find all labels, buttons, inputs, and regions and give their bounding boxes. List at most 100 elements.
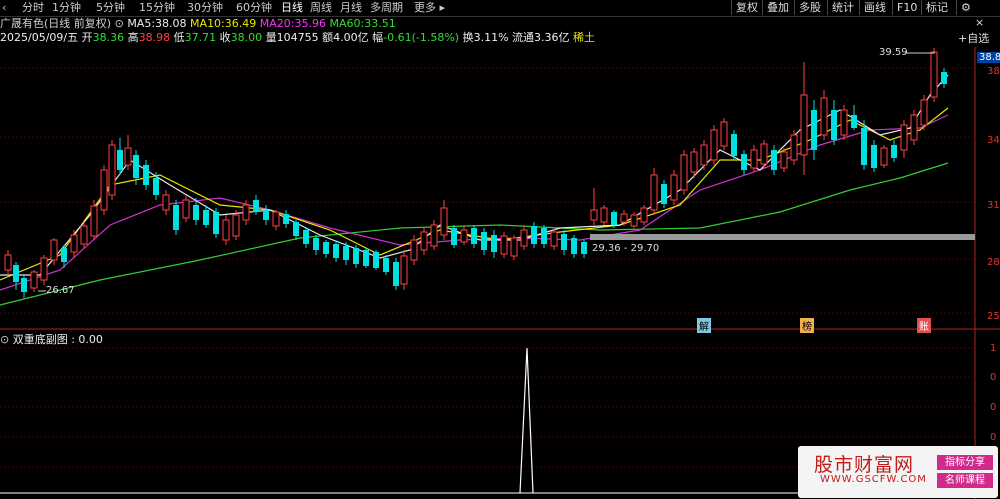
candle-body xyxy=(471,228,477,244)
candle-body xyxy=(283,214,289,224)
candle-body xyxy=(203,210,209,225)
price-grid xyxy=(0,67,975,314)
candle-body xyxy=(520,229,528,247)
candle-body xyxy=(50,239,58,261)
candle-body xyxy=(232,214,240,237)
axis-tick-25: 25 xyxy=(987,311,1000,322)
candle-body xyxy=(670,174,678,201)
candle-body xyxy=(630,214,638,227)
candle-body xyxy=(323,242,329,254)
candle-body xyxy=(581,242,587,254)
candle-body xyxy=(430,224,438,247)
candle-body xyxy=(108,144,116,196)
candle-body xyxy=(680,154,688,191)
candle-body xyxy=(930,51,938,98)
candle-body xyxy=(760,143,768,165)
low-marker-label: 26.67 xyxy=(46,285,75,296)
candle-body xyxy=(861,128,867,165)
candle-body xyxy=(222,219,230,241)
candle-body xyxy=(900,124,908,151)
candle-body xyxy=(124,147,132,166)
candle-body xyxy=(700,144,708,166)
candle-body xyxy=(333,244,339,258)
indicator-header: ⊙ 双重底副图 : 0.00 xyxy=(0,333,103,346)
candle-body xyxy=(800,94,808,156)
candle-body xyxy=(571,238,577,254)
candle-body xyxy=(891,145,897,158)
candle-body xyxy=(720,121,728,147)
candle-body xyxy=(4,254,12,271)
candle-body xyxy=(242,204,250,221)
candle-body xyxy=(910,114,918,141)
candle-body xyxy=(640,207,648,223)
candle-body xyxy=(510,237,518,257)
candle-body xyxy=(451,228,457,245)
candle-body xyxy=(541,228,547,244)
candle-body xyxy=(343,246,349,260)
candle-body xyxy=(620,213,628,223)
candle-body xyxy=(90,205,98,237)
candle-body xyxy=(400,255,408,285)
candle-body xyxy=(100,169,108,211)
candlesticks xyxy=(4,48,947,298)
candle-body xyxy=(143,165,149,185)
ind-axis-tick-3: 0 xyxy=(990,402,997,413)
ind-axis-tick-1: 1 xyxy=(990,343,997,354)
candle-body xyxy=(410,239,418,261)
candle-body xyxy=(460,229,468,243)
candle-body xyxy=(182,199,190,219)
candle-body xyxy=(590,209,598,221)
ind-axis-tick-2: 0 xyxy=(990,372,997,383)
watermark-url: WWW.GSCFW.COM xyxy=(820,474,927,485)
watermark-tag-indicators: 指标分享 xyxy=(937,455,993,470)
candle-body xyxy=(61,248,67,262)
candle-body xyxy=(661,184,667,204)
range-label: 29.36 - 29.70 xyxy=(592,243,660,254)
candle-body xyxy=(840,109,848,136)
candle-body xyxy=(750,149,758,169)
candle-body xyxy=(40,257,48,281)
candle-body xyxy=(780,151,788,169)
support-zone-band xyxy=(590,234,975,240)
event-badge-account[interactable]: 账 xyxy=(917,318,931,333)
event-badge-rank[interactable]: 榜 xyxy=(800,318,814,333)
candle-body xyxy=(373,252,379,268)
candle-body xyxy=(771,150,777,170)
ind-axis-tick-4: 0 xyxy=(990,432,997,443)
candle-body xyxy=(70,234,78,253)
candle-body xyxy=(21,278,27,292)
candle-body xyxy=(13,265,19,282)
candle-body xyxy=(831,110,837,140)
axis-tick-38: 38 xyxy=(987,66,1000,77)
indicator-toggle-icon[interactable]: ⊙ xyxy=(0,333,9,346)
candle-body xyxy=(690,151,698,173)
candle-body xyxy=(420,231,428,251)
candle-body xyxy=(162,194,170,211)
candle-body xyxy=(313,238,319,250)
candle-body xyxy=(393,262,399,286)
candle-body xyxy=(30,271,38,289)
candle-body xyxy=(650,174,658,211)
candle-body xyxy=(117,150,123,170)
event-badge-unlock[interactable]: 解 xyxy=(697,318,711,333)
candle-body xyxy=(820,97,828,136)
current-price-tag: 38.80 xyxy=(977,52,1000,63)
indicator-name[interactable]: 双重底副图 xyxy=(13,333,68,346)
candle-body xyxy=(491,235,497,252)
watermark-tag-courses: 名师课程 xyxy=(937,473,993,488)
candle-body xyxy=(741,154,747,170)
candle-body xyxy=(481,232,487,250)
candle-body xyxy=(153,178,159,195)
candle-body xyxy=(133,155,139,178)
high-marker-label: 39.59 xyxy=(879,47,908,58)
candle-body xyxy=(920,99,928,126)
axis-tick-34: 34 xyxy=(987,135,1000,146)
kline-chart[interactable] xyxy=(0,0,1000,499)
candle-body xyxy=(531,226,537,244)
candle-body xyxy=(611,212,617,225)
candle-body xyxy=(811,110,817,150)
candle-body xyxy=(193,205,199,220)
candle-body xyxy=(871,145,877,168)
candle-body xyxy=(561,234,567,250)
candle-body xyxy=(303,230,309,244)
